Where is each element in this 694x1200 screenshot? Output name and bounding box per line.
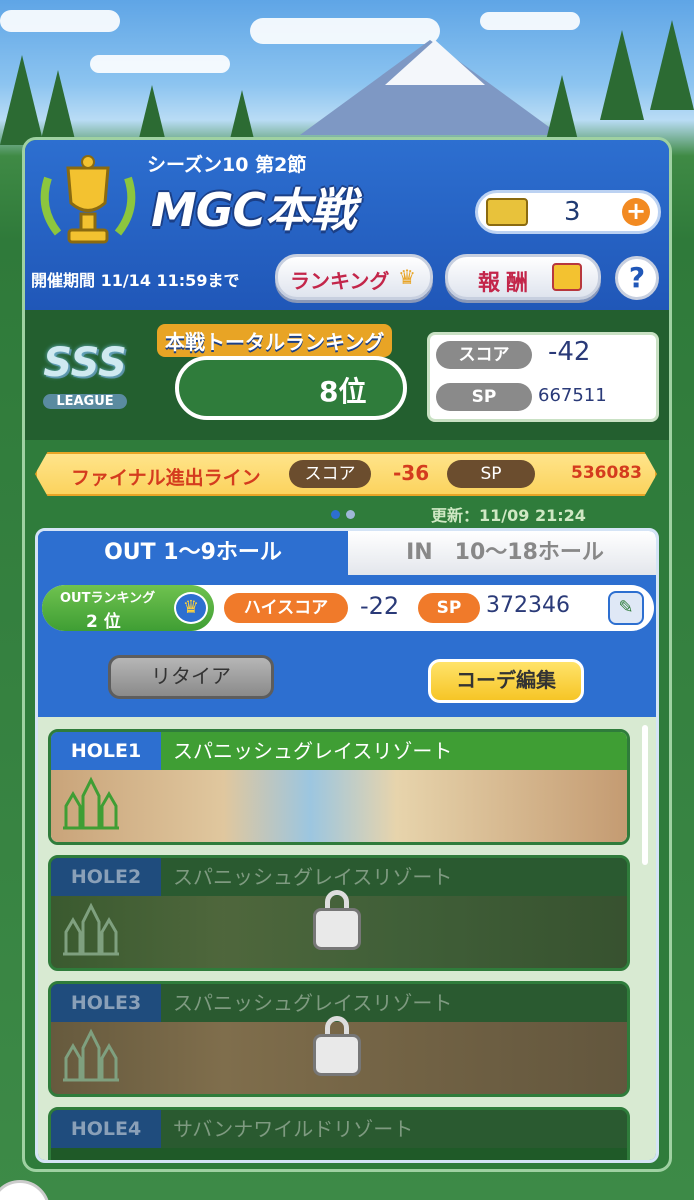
tree bbox=[650, 20, 694, 110]
total-score: -42 bbox=[548, 337, 591, 367]
total-stats: スコア -42 SP 667511 bbox=[427, 332, 659, 422]
hole-number: HOLE3 bbox=[51, 984, 161, 1022]
hole-item[interactable]: HOLE1 スパニッシュグレイスリゾート bbox=[48, 729, 630, 845]
hole-course-name: スパニッシュグレイスリゾート bbox=[173, 739, 453, 763]
mountain-snowcap bbox=[385, 40, 485, 85]
total-ranking-section: SSS LEAGUE 本戦トータルランキング 8位 スコア -42 SP 667… bbox=[25, 310, 669, 440]
hole-card: OUT 1〜9ホール IN 10〜18ホール OUTランキング 2 位 ♛ ハイ… bbox=[35, 528, 659, 1163]
out-ranking-label: OUTランキング bbox=[60, 591, 156, 606]
hole-number: HOLE1 bbox=[51, 732, 161, 770]
hole-course-name: サバンナワイルドリゾート bbox=[173, 1117, 414, 1141]
hole-list[interactable]: HOLE1 スパニッシュグレイスリゾート HOLE2 スパニッシュグレイスリゾー… bbox=[38, 717, 656, 1160]
page-indicator bbox=[331, 504, 361, 523]
final-sp-label: SP bbox=[447, 460, 535, 488]
league-letters: SSS bbox=[43, 340, 127, 386]
page-dot[interactable] bbox=[331, 510, 340, 519]
lock-icon bbox=[313, 1034, 361, 1076]
reward-button[interactable]: 報酬 bbox=[445, 254, 601, 300]
updated-time: 更新：11/09 21:24 bbox=[431, 506, 586, 525]
hole-course-name: スパニッシュグレイスリゾート bbox=[173, 865, 453, 889]
event-period: 開催期間 11/14 11:59まで bbox=[31, 271, 240, 290]
final-score: -36 bbox=[393, 461, 430, 485]
retire-button[interactable]: リタイア bbox=[108, 655, 274, 699]
plus-icon[interactable]: + bbox=[622, 198, 650, 226]
ticket-counter[interactable]: 3 + bbox=[475, 190, 661, 234]
hiscore-value: -22 bbox=[360, 592, 400, 620]
league-name: LEAGUE bbox=[43, 394, 127, 409]
league-badge: SSS LEAGUE bbox=[31, 332, 139, 422]
ranking-button-label: ランキング bbox=[290, 269, 390, 293]
hole-item[interactable]: HOLE4 サバンナワイルドリゾート bbox=[48, 1107, 630, 1160]
page-dot[interactable] bbox=[346, 510, 355, 519]
total-rank-box: 8位 bbox=[175, 356, 407, 420]
course-image bbox=[51, 770, 627, 842]
menu-button[interactable] bbox=[0, 1180, 50, 1200]
event-panel: シーズン10 第2節 MGC本戦 3 + 開催期間 11/14 11:59まで … bbox=[22, 137, 672, 1172]
event-header: シーズン10 第2節 MGC本戦 3 + 開催期間 11/14 11:59まで … bbox=[25, 140, 669, 310]
cloud bbox=[0, 10, 120, 32]
tab-out[interactable]: OUT 1〜9ホール bbox=[38, 531, 348, 575]
out-ranking-bar: OUTランキング 2 位 ♛ ハイスコア -22 SP 372346 ✎ bbox=[42, 585, 654, 632]
lock-icon bbox=[313, 908, 361, 950]
cloud bbox=[90, 55, 230, 73]
hiscore-label: ハイスコア bbox=[224, 593, 348, 623]
hole-header: HOLE4 サバンナワイルドリゾート bbox=[51, 1110, 627, 1148]
out-sp-value: 372346 bbox=[486, 593, 570, 618]
out-ranking-value: 2 位 bbox=[86, 612, 121, 632]
event-title: MGC本戦 bbox=[151, 183, 356, 237]
total-rank: 8位 bbox=[319, 375, 367, 408]
total-sp: 667511 bbox=[538, 385, 607, 406]
hole-number: HOLE4 bbox=[51, 1110, 161, 1148]
hole-item[interactable]: HOLE3 スパニッシュグレイスリゾート bbox=[48, 981, 630, 1097]
crown-icon[interactable]: ♛ bbox=[174, 592, 208, 624]
tree bbox=[600, 30, 644, 120]
total-ranking-label: 本戦トータルランキング bbox=[157, 324, 393, 357]
hole-number: HOLE2 bbox=[51, 858, 161, 896]
ticket-count: 3 bbox=[564, 197, 581, 227]
coordinate-edit-button[interactable]: コーデ編集 bbox=[428, 659, 584, 703]
tab-in[interactable]: IN 10〜18ホール bbox=[348, 531, 656, 575]
trophy-icon bbox=[40, 155, 136, 244]
ticket-icon bbox=[486, 198, 528, 226]
cathedral-emblem-icon bbox=[63, 1028, 119, 1082]
hole-header: HOLE1 スパニッシュグレイスリゾート bbox=[51, 732, 627, 770]
help-button[interactable]: ? bbox=[615, 256, 659, 300]
gift-icon bbox=[552, 263, 582, 291]
ranking-button[interactable]: ランキング ♛ bbox=[275, 254, 433, 300]
cloud bbox=[480, 12, 580, 30]
cathedral-emblem-icon bbox=[63, 776, 119, 830]
cathedral-emblem-icon bbox=[63, 902, 119, 956]
hole-course-name: スパニッシュグレイスリゾート bbox=[173, 991, 453, 1015]
reward-button-label: 報酬 bbox=[478, 271, 535, 296]
final-sp: 536083 bbox=[571, 463, 642, 483]
final-score-label: スコア bbox=[289, 460, 371, 488]
hole-list-scrollbar[interactable] bbox=[642, 725, 648, 865]
final-qualify-line: ファイナル進出ライン スコア -36 SP 536083 bbox=[35, 452, 657, 496]
season-label: シーズン10 第2節 bbox=[147, 154, 307, 176]
final-line-label: ファイナル進出ライン bbox=[71, 467, 261, 489]
crown-icon: ♛ bbox=[398, 265, 416, 289]
scorecard-edit-icon[interactable]: ✎ bbox=[608, 591, 644, 625]
total-sp-label: SP bbox=[436, 383, 532, 411]
total-score-label: スコア bbox=[436, 341, 532, 369]
hole-item[interactable]: HOLE2 スパニッシュグレイスリゾート bbox=[48, 855, 630, 971]
out-sp-label: SP bbox=[418, 593, 480, 623]
